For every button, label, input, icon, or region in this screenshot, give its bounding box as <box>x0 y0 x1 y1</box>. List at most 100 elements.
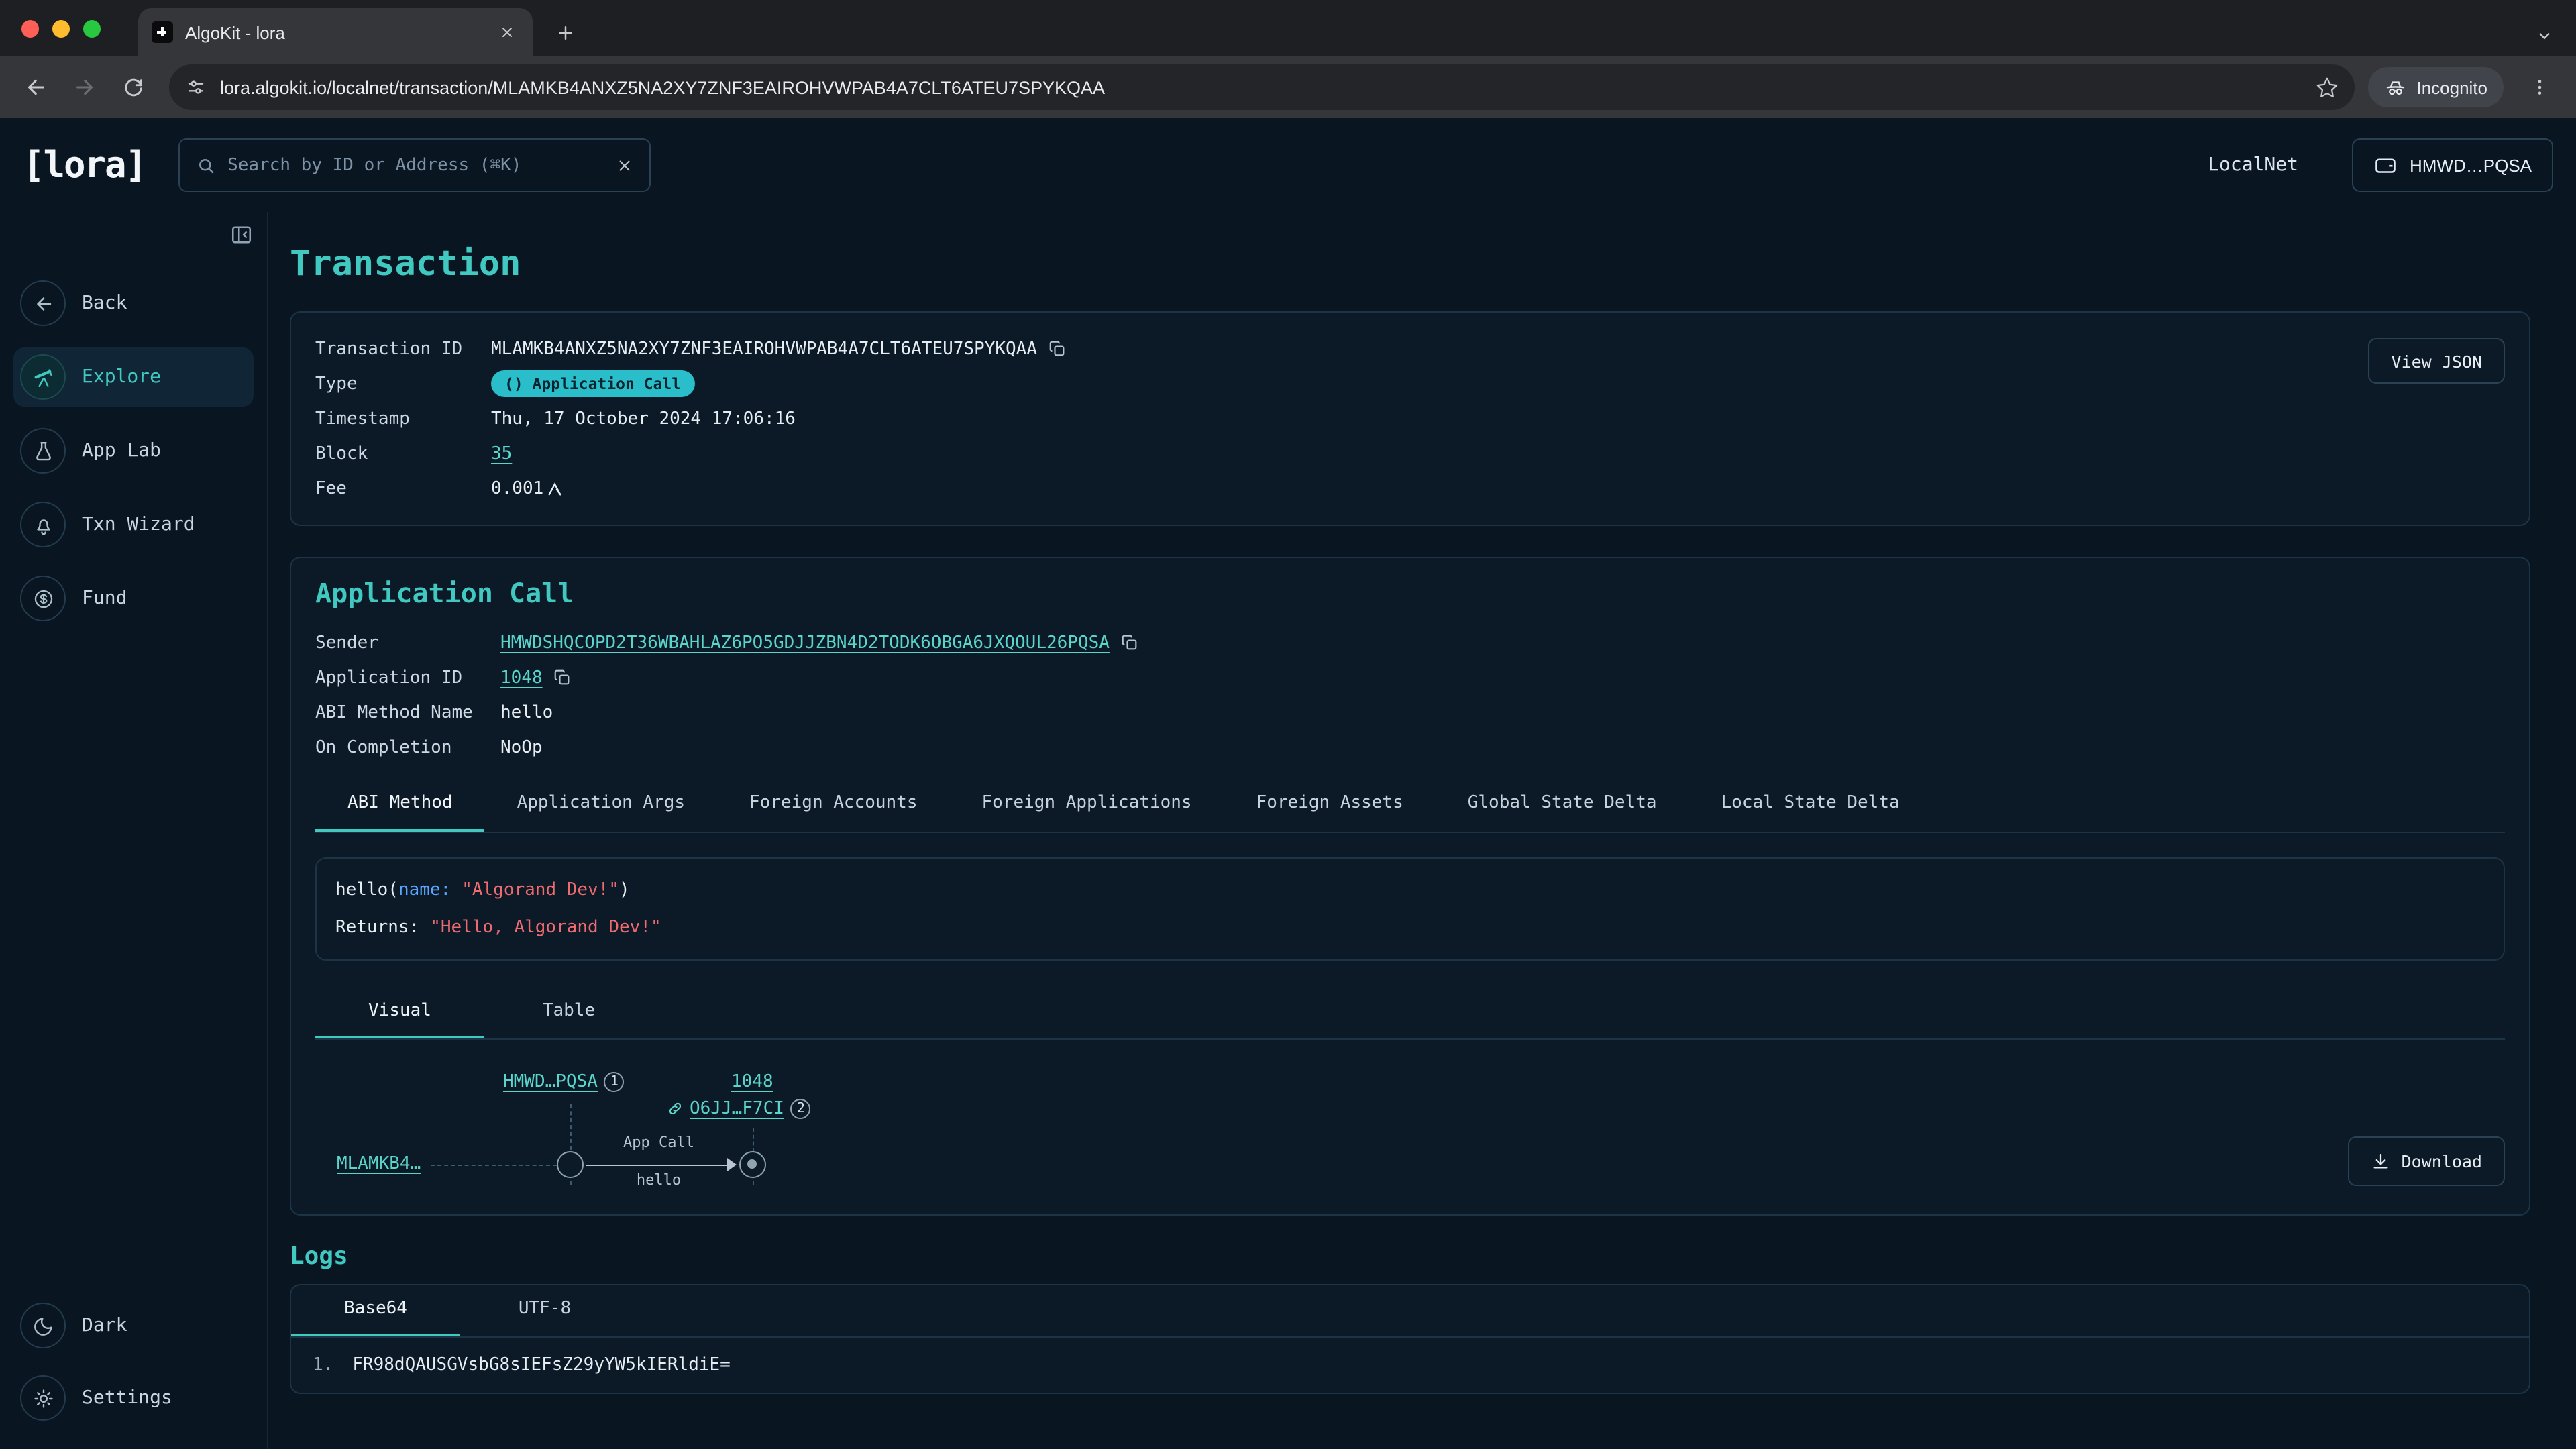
sidebar: Back Explore App Lab Txn Wizard <box>0 212 268 1449</box>
view-json-button[interactable]: View JSON <box>2369 338 2505 384</box>
application-id-link[interactable]: 1048 <box>500 667 543 688</box>
sidebar-item-app-lab[interactable]: App Lab <box>13 421 254 480</box>
tab-strip: AlgoKit - lora <box>0 0 2576 56</box>
sidebar-item-back[interactable]: Back <box>13 274 254 333</box>
gear-icon <box>20 1375 66 1421</box>
sidebar-item-label: Dark <box>82 1315 127 1336</box>
tab-table[interactable]: Table <box>484 987 653 1038</box>
sidebar-item-settings[interactable]: Settings <box>13 1368 254 1428</box>
graph-app-account: O6JJ…F7CI 2 <box>667 1099 811 1119</box>
sidebar-item-explore[interactable]: Explore <box>13 347 254 407</box>
app-call-tabs: ABI Method Application Args Foreign Acco… <box>315 778 2505 833</box>
sidebar-item-fund[interactable]: Fund <box>13 569 254 628</box>
transaction-graph: HMWD…PQSA 1 1048 O6JJ…F7CI 2 MLAMKB4… App … <box>315 1042 2505 1187</box>
tab-utf8[interactable]: UTF-8 <box>460 1285 629 1336</box>
page-title: Transaction <box>290 244 2530 284</box>
download-label: Download <box>2402 1151 2482 1171</box>
sender-link[interactable]: HMWDSHQCOPD2T36WBAHLAZ6PO5GDJJZBN4D2TODK… <box>500 633 1110 653</box>
sidebar-item-label: Fund <box>82 588 127 609</box>
arrow-left-icon <box>20 280 66 326</box>
block-link[interactable]: 35 <box>491 443 512 464</box>
tab-global-state-delta[interactable]: Global State Delta <box>1436 778 1689 832</box>
forward-button[interactable] <box>62 64 107 110</box>
bookmark-star-icon[interactable] <box>2316 76 2339 99</box>
search-input[interactable] <box>227 155 603 175</box>
account-number-badge: 1 <box>604 1072 625 1092</box>
download-button[interactable]: Download <box>2348 1136 2505 1186</box>
tab-close-icon[interactable] <box>495 20 519 44</box>
edge-type-label: App Call <box>584 1134 734 1151</box>
tab-abi-method[interactable]: ABI Method <box>315 778 485 832</box>
app-header: [lora] LocalNet HMWD…PQSA <box>0 118 2576 212</box>
log-entry: 1. FR98dQAUSGVsbG8sIEFsZ29yYW5kIERldiE= <box>291 1338 2529 1393</box>
copy-icon[interactable] <box>1120 633 1139 652</box>
copy-icon[interactable] <box>1048 339 1067 358</box>
graph-app-account-link[interactable]: O6JJ…F7CI <box>690 1099 784 1119</box>
logs-card: Base64 UTF-8 1. FR98dQAUSGVsbG8sIEFsZ29y… <box>290 1284 2530 1394</box>
window-controls <box>0 0 119 56</box>
abi-param: name: <box>398 880 451 900</box>
tab-application-args[interactable]: Application Args <box>485 778 717 832</box>
site-settings-icon[interactable] <box>185 76 207 98</box>
search-clear-icon[interactable] <box>615 156 633 174</box>
abi-arg-string: "Algorand Dev!" <box>462 880 619 900</box>
copy-icon[interactable] <box>553 668 572 687</box>
logs-tabs: Base64 UTF-8 <box>291 1285 2529 1338</box>
link-chain-icon <box>667 1100 684 1118</box>
graph-transaction-link[interactable]: MLAMKB4… <box>337 1154 421 1174</box>
coins-icon <box>20 576 66 621</box>
search-box[interactable] <box>178 138 650 192</box>
timestamp-value: Thu, 17 October 2024 17:06:16 <box>491 409 796 429</box>
sidebar-item-label: Settings <box>82 1387 172 1409</box>
transaction-id-label: Transaction ID <box>315 339 491 359</box>
sidebar-item-txn-wizard[interactable]: Txn Wizard <box>13 495 254 554</box>
browser-toolbar: lora.algokit.io/localnet/transaction/MLA… <box>0 56 2576 118</box>
network-label[interactable]: LocalNet <box>2208 154 2298 176</box>
graph-node-sender <box>557 1151 584 1178</box>
download-icon <box>2371 1151 2391 1171</box>
on-completion-value: NoOp <box>500 737 543 757</box>
tab-base64[interactable]: Base64 <box>291 1285 460 1336</box>
telescope-icon <box>20 354 66 400</box>
tab-visual[interactable]: Visual <box>315 987 484 1038</box>
reload-button[interactable] <box>110 64 156 110</box>
log-value: FR98dQAUSGVsbG8sIEFsZ29yYW5kIERldiE= <box>352 1355 731 1375</box>
new-tab-button[interactable] <box>546 13 584 51</box>
menu-kebab-icon[interactable] <box>2517 64 2563 110</box>
abi-fn: hello( <box>335 880 398 900</box>
incognito-icon <box>2384 76 2407 99</box>
lora-logo[interactable]: [lora] <box>23 144 146 186</box>
type-badge: () Application Call <box>491 370 694 397</box>
tab-local-state-delta[interactable]: Local State Delta <box>1689 778 1932 832</box>
back-button[interactable] <box>13 64 59 110</box>
graph-sender-link[interactable]: HMWD…PQSA <box>503 1072 598 1092</box>
tab-search-chevron-icon[interactable] <box>2534 25 2555 46</box>
minimize-window-button[interactable] <box>52 19 70 37</box>
visual-table-tabs: Visual Table <box>315 987 2505 1040</box>
flask-icon <box>20 428 66 474</box>
on-completion-label: On Completion <box>315 737 500 757</box>
graph-application-column: 1048 <box>731 1072 773 1092</box>
type-label: Type <box>315 374 491 394</box>
sidebar-collapse-icon[interactable] <box>229 223 254 247</box>
application-call-heading: Application Call <box>315 577 2505 609</box>
close-window-button[interactable] <box>21 19 39 37</box>
abi-call-line: hello(name: "Algorand Dev!") <box>335 880 2485 900</box>
browser-tab[interactable]: AlgoKit - lora <box>138 8 533 56</box>
account-number-badge: 2 <box>791 1099 811 1119</box>
abi-close: ) <box>619 880 630 900</box>
fullscreen-window-button[interactable] <box>83 19 101 37</box>
graph-arrow-head <box>727 1158 737 1171</box>
graph-node-application <box>739 1151 766 1178</box>
wallet-button[interactable]: HMWD…PQSA <box>2352 138 2553 192</box>
returns-string: "Hello, Algorand Dev!" <box>430 918 661 938</box>
graph-application-link[interactable]: 1048 <box>731 1072 773 1092</box>
sidebar-item-theme-dark[interactable]: Dark <box>13 1296 254 1355</box>
graph-sender-column: HMWD…PQSA 1 <box>503 1072 625 1092</box>
tab-foreign-assets[interactable]: Foreign Assets <box>1224 778 1436 832</box>
sidebar-item-label: Back <box>82 292 127 314</box>
tab-foreign-accounts[interactable]: Foreign Accounts <box>717 778 949 832</box>
tab-foreign-applications[interactable]: Foreign Applications <box>950 778 1224 832</box>
address-bar[interactable]: lora.algokit.io/localnet/transaction/MLA… <box>169 64 2355 110</box>
block-label: Block <box>315 443 491 464</box>
